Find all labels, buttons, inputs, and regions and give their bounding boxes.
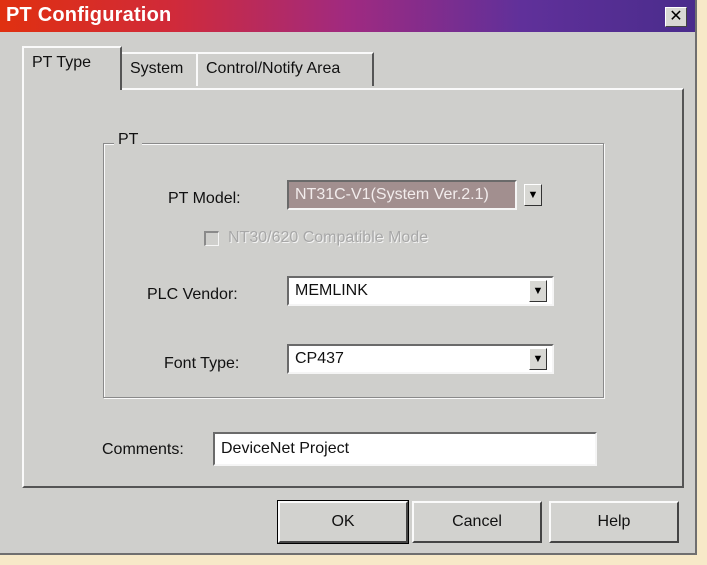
tab-pt-type[interactable]: PT Type: [22, 46, 122, 90]
cancel-button[interactable]: Cancel: [412, 501, 542, 543]
tab-system[interactable]: System: [120, 52, 198, 86]
comments-label: Comments:: [102, 441, 184, 458]
font-type-select[interactable]: CP437: [287, 344, 554, 374]
chevron-down-icon: ▼: [532, 285, 544, 297]
font-type-label: Font Type:: [164, 355, 240, 372]
pt-model-dropdown-button[interactable]: ▼: [524, 184, 542, 206]
chevron-down-icon: ▼: [532, 353, 544, 365]
plc-vendor-label: PLC Vendor:: [147, 286, 238, 303]
tab-control-notify-area[interactable]: Control/Notify Area: [196, 52, 374, 86]
font-type-value: CP437: [295, 350, 344, 367]
ok-button[interactable]: OK: [277, 500, 409, 544]
tab-label: Control/Notify Area: [206, 60, 341, 77]
comments-field[interactable]: DeviceNet Project: [213, 432, 597, 466]
tab-label: System: [130, 60, 184, 77]
tab-label: PT Type: [32, 54, 91, 71]
title-bar[interactable]: PT Configuration ✕: [0, 0, 695, 32]
compatible-mode-label: NT30/620 Compatible Mode: [228, 229, 429, 246]
close-icon: ✕: [669, 8, 683, 25]
window-title: PT Configuration: [6, 4, 172, 26]
pt-model-label: PT Model:: [168, 190, 241, 207]
plc-vendor-select[interactable]: MEMLINK: [287, 276, 554, 306]
font-type-dropdown-button[interactable]: ▼: [529, 348, 547, 370]
image-border-bottom: [0, 555, 707, 565]
help-button[interactable]: Help: [549, 501, 679, 543]
chevron-down-icon: ▼: [527, 189, 539, 201]
close-button[interactable]: ✕: [665, 7, 687, 27]
compatible-mode-checkbox[interactable]: [204, 231, 219, 246]
pt-model-value: NT31C-V1(System Ver.2.1): [295, 186, 489, 203]
plc-vendor-dropdown-button[interactable]: ▼: [529, 280, 547, 302]
pt-model-select[interactable]: NT31C-V1(System Ver.2.1): [287, 180, 517, 210]
pt-configuration-dialog: PT Configuration ✕ PT Type System Contro…: [0, 0, 697, 555]
group-title: PT: [114, 131, 143, 149]
plc-vendor-value: MEMLINK: [295, 282, 368, 299]
image-border-right: [697, 0, 707, 565]
